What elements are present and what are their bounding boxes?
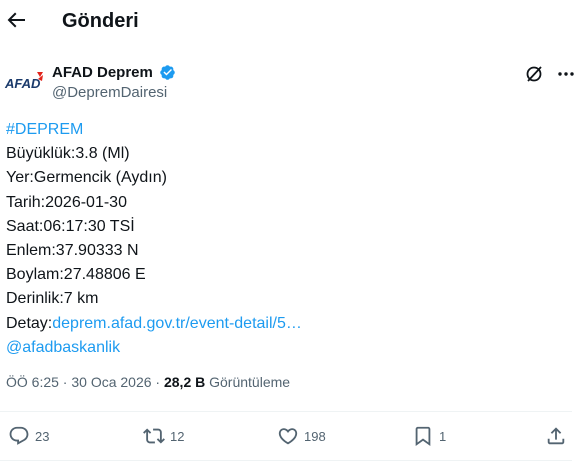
tweet-meta: ÖÖ 6:25 · 30 Oca 2026 · 28,2 B Görüntüle…: [6, 374, 290, 390]
detail-label: Detay:: [6, 314, 53, 332]
tweet-line: Saat:06:17:30 TSİ: [6, 217, 135, 235]
meta-separator: ·: [151, 374, 164, 390]
page-title: Gönderi: [62, 10, 139, 32]
tweet-line: Tarih:2026-01-30: [6, 193, 127, 211]
grok-icon: [526, 66, 542, 82]
action-bar: 23 12 198 1: [0, 418, 586, 454]
reply-button[interactable]: 23: [8, 422, 49, 450]
avatar[interactable]: AFAD: [4, 68, 44, 96]
heart-icon: [278, 428, 298, 445]
afad-logo-icon: AFAD: [4, 72, 43, 91]
grok-button[interactable]: [524, 64, 544, 84]
tweet-text: #DEPREM Büyüklük:3.8 (Ml) Yer:Germencik …: [6, 118, 576, 360]
like-count: 198: [304, 428, 326, 444]
top-bar: Gönderi: [0, 0, 586, 48]
divider: [0, 460, 572, 461]
author-handle[interactable]: @DepremDairesi: [52, 84, 167, 101]
more-options-button[interactable]: [556, 64, 576, 84]
reply-count: 23: [35, 428, 50, 444]
svg-text:AFAD: AFAD: [4, 76, 41, 91]
views-label: Görüntüleme: [209, 374, 291, 390]
share-icon: [547, 427, 565, 445]
retweet-button[interactable]: 12: [143, 422, 184, 450]
reply-icon: [9, 426, 29, 445]
tweet-line: Derinlik:7 km: [6, 290, 99, 308]
bookmark-count: 1: [439, 428, 447, 444]
bookmark-icon: [415, 426, 431, 447]
back-button[interactable]: [4, 8, 32, 36]
retweet-icon: [143, 428, 165, 444]
retweet-count: 12: [170, 428, 185, 444]
like-button[interactable]: 198: [277, 422, 326, 450]
author-display-name[interactable]: AFAD Deprem: [52, 64, 153, 81]
tweet-timestamp[interactable]: ÖÖ 6:25 · 30 Oca 2026: [6, 374, 152, 390]
hashtag-link[interactable]: #DEPREM: [6, 121, 83, 138]
tweet-author: AFAD AFAD Deprem @DepremDairesi: [0, 60, 586, 104]
share-button[interactable]: [545, 422, 567, 450]
verified-badge-icon: [159, 64, 176, 81]
tweet-line: Enlem:37.90333 N: [6, 241, 139, 259]
tweet-line: Büyüklük:3.8 (Ml): [6, 145, 130, 163]
detail-link[interactable]: deprem.afad.gov.tr/event-detail/5…: [52, 315, 302, 332]
bookmark-button[interactable]: 1: [412, 422, 446, 450]
more-horizontal-icon: [558, 72, 574, 76]
divider: [0, 411, 572, 412]
arrow-left-icon: [7, 12, 25, 28]
tweet-line: Boylam:27.48806 E: [6, 266, 146, 284]
tweet-line: Yer:Germencik (Aydın): [6, 169, 167, 187]
mention-link[interactable]: @afadbaskanlik: [6, 339, 120, 356]
views-count: 28,2 B: [163, 374, 206, 390]
